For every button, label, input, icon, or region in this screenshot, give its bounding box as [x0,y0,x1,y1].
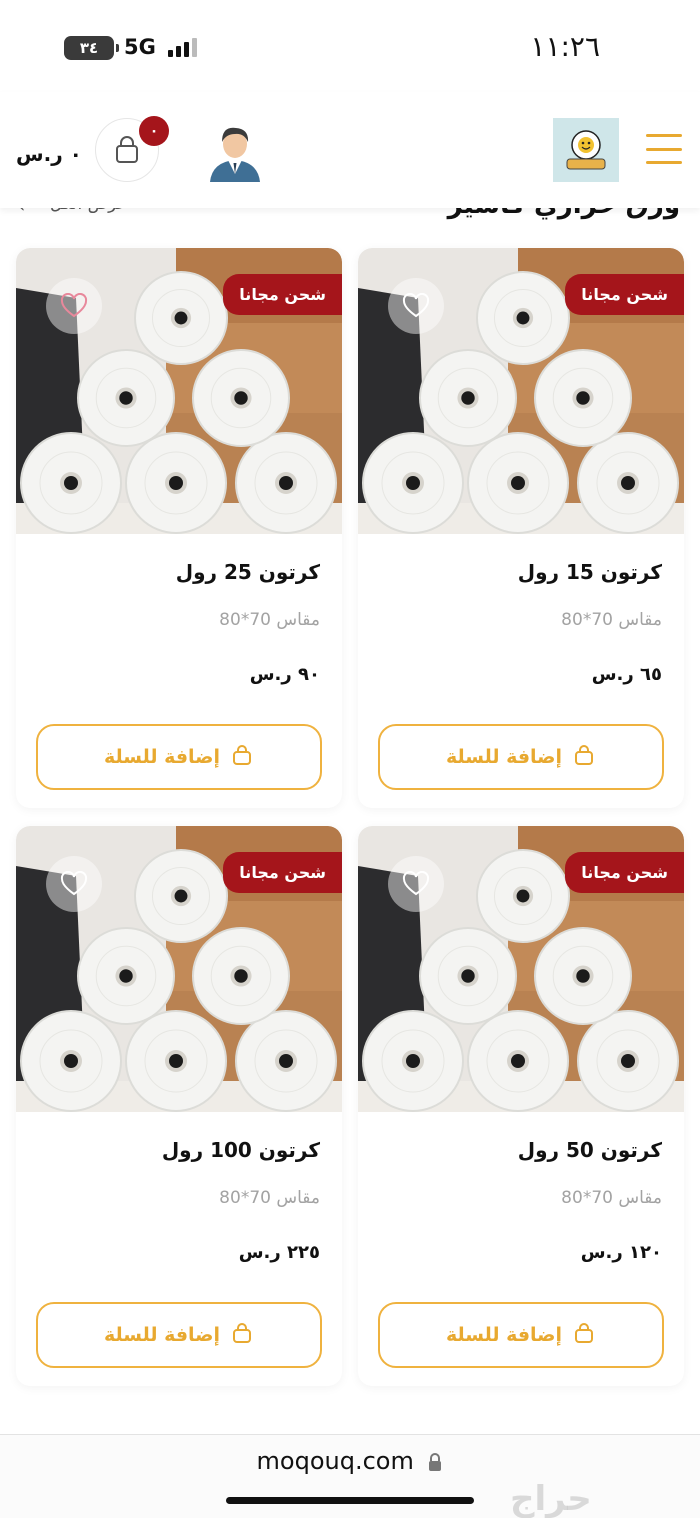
add-to-cart-button[interactable]: إضافة للسلة [36,724,322,790]
free-shipping-badge: شحن مجانا [223,274,342,315]
product-name[interactable]: كرتون 15 رول [518,560,662,584]
product-card[interactable]: شحن مجانا كرتون 25 رول مقاس 70*80 ٩٠ ر.س… [16,248,342,808]
product-name[interactable]: كرتون 100 رول [162,1138,320,1162]
shopping-bag-icon [572,1321,596,1350]
heart-icon[interactable] [46,278,102,334]
network-type: 5G [124,35,156,59]
product-card[interactable]: شحن مجانا كرتون 15 رول مقاس 70*80 ٦٥ ر.س… [358,248,684,808]
free-shipping-badge: شحن مجانا [565,274,684,315]
url-bar[interactable]: moqouq.com [0,1447,700,1475]
product-card[interactable]: شحن مجانا كرتون 50 رول مقاس 70*80 ١٢٠ ر.… [358,826,684,1386]
shopping-bag-icon [230,743,254,772]
url-text: moqouq.com [256,1447,414,1475]
add-to-cart-label: إضافة للسلة [103,1324,221,1346]
avatar-icon[interactable] [206,122,264,182]
add-to-cart-button[interactable]: إضافة للسلة [378,1302,664,1368]
add-to-cart-button[interactable]: إضافة للسلة [36,1302,322,1368]
free-shipping-badge: شحن مجانا [565,852,684,893]
cart-total: ٠ ر.س [16,142,82,166]
product-size: مقاس 70*80 [219,610,320,630]
product-size: مقاس 70*80 [561,610,662,630]
add-to-cart-label: إضافة للسلة [445,1324,563,1346]
product-name[interactable]: كرتون 50 رول [518,1138,662,1162]
product-price: ٢٢٥ ر.س [238,1242,320,1263]
shopping-bag-icon [230,1321,254,1350]
product-name[interactable]: كرتون 25 رول [176,560,320,584]
watermark: حراج [510,1479,592,1518]
free-shipping-badge: شحن مجانا [223,852,342,893]
site-header: ٠ ر.س ٠ [0,92,700,208]
product-price: ٩٠ ر.س [249,664,320,685]
add-to-cart-label: إضافة للسلة [445,746,563,768]
heart-icon[interactable] [388,856,444,912]
product-price: ٦٥ ر.س [591,664,662,685]
battery-level: ٣٤ [79,39,99,57]
home-indicator[interactable] [226,1497,474,1504]
product-size: مقاس 70*80 [219,1188,320,1208]
menu-icon[interactable] [646,134,682,164]
shopping-bag-icon [572,743,596,772]
cart-count-badge: ٠ [139,116,169,146]
product-size: مقاس 70*80 [561,1188,662,1208]
store-logo[interactable] [553,118,619,182]
battery-icon: ٣٤ [64,36,119,60]
lock-icon [429,1453,442,1471]
add-to-cart-label: إضافة للسلة [103,746,221,768]
status-bar: ٣٤ 5G ١١:٢٦ [0,0,700,92]
heart-icon[interactable] [388,278,444,334]
shopping-bag-icon [116,136,138,163]
status-time: ١١:٢٦ [530,30,600,63]
add-to-cart-button[interactable]: إضافة للسلة [378,724,664,790]
product-card[interactable]: شحن مجانا كرتون 100 رول مقاس 70*80 ٢٢٥ ر… [16,826,342,1386]
signal-icon [168,38,197,57]
product-price: ١٢٠ ر.س [580,1242,662,1263]
browser-address-bar[interactable]: moqouq.com حراج [0,1434,700,1518]
heart-icon[interactable] [46,856,102,912]
